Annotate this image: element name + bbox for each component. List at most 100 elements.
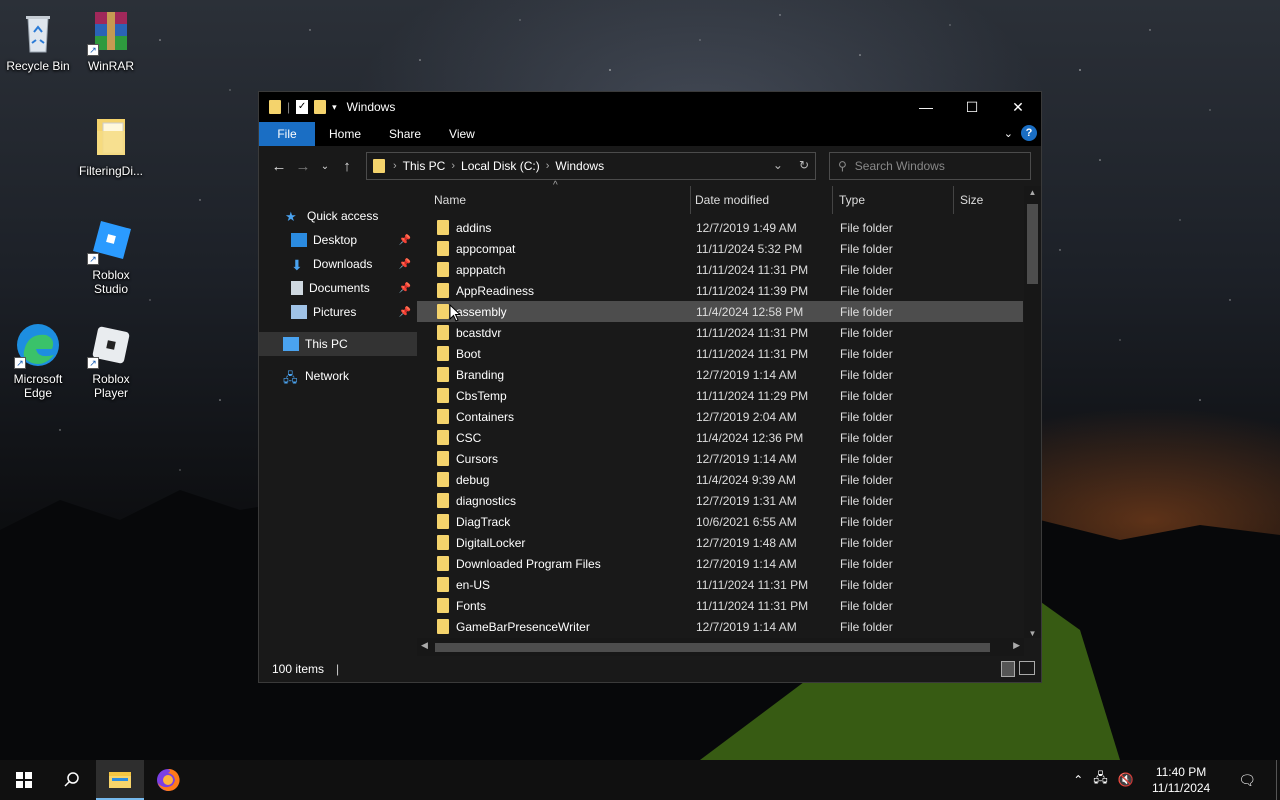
taskbar-firefox[interactable] [144,760,192,800]
desktop-icon-label: Roblox Player [92,372,130,400]
breadcrumb-local-disk[interactable]: Local Disk (C:) [461,159,540,173]
refresh-icon[interactable]: ↻ [799,158,809,172]
file-row[interactable]: Containers 12/7/2019 2:04 AM File folder [417,406,1023,427]
nav-desktop[interactable]: Desktop 📌 [259,228,417,252]
file-type: File folder [840,304,893,319]
address-dropdown-icon[interactable]: ⌄ [773,158,783,172]
file-row[interactable]: AppReadiness 11/11/2024 11:39 PM File fold… [417,280,1023,301]
vertical-scrollbar[interactable]: ▲ ▼ [1024,186,1041,638]
file-date-modified: 12/7/2019 2:04 AM [696,409,797,424]
computer-icon [283,337,299,351]
help-icon[interactable]: ? [1021,125,1037,141]
file-row[interactable]: en-US 11/11/2024 11:31 PM File folder [417,574,1023,595]
search-box[interactable]: ⚲ Search Windows [829,152,1031,180]
file-name: addins [456,220,492,235]
nav-this-pc[interactable]: This PC [259,332,417,356]
file-date-modified: 11/11/2024 11:31 PM [696,325,809,340]
close-button[interactable]: ✕ [995,92,1041,122]
file-name: Branding [456,367,505,382]
breadcrumb-this-pc[interactable]: This PC [403,159,446,173]
minimize-button[interactable]: — [903,92,949,122]
nav-downloads[interactable]: ⬇ Downloads 📌 [259,252,417,276]
column-size[interactable]: Size [954,186,1024,214]
show-desktop-button[interactable] [1276,760,1280,800]
new-folder-icon[interactable] [314,100,327,114]
file-row[interactable]: apppatch 11/11/2024 11:31 PM File folder [417,259,1023,280]
action-center-icon[interactable]: 🗨 [1228,772,1266,789]
scroll-left-icon[interactable]: ◀ [421,640,428,651]
file-name: AppReadiness [456,283,535,298]
taskbar-file-explorer[interactable] [96,760,144,800]
file-name: appcompat [456,241,516,256]
folder-icon [437,556,449,571]
search-input[interactable]: Search Windows [855,159,945,173]
column-name[interactable]: Name [428,186,691,214]
nav-network[interactable]: 🖧 Network [259,364,417,388]
back-button[interactable]: ← [267,158,291,175]
file-row[interactable]: CSC 11/4/2024 12:36 PM File folder [417,427,1023,448]
horizontal-scrollbar[interactable]: ◀ ▶ [417,638,1024,656]
desktop-icon-roblox-studio[interactable]: ↗ Roblox Studio [73,217,149,296]
expand-ribbon-icon[interactable]: ⌄ [1004,127,1013,140]
file-row[interactable]: appcompat 11/11/2024 5:32 PM File folder [417,238,1023,259]
start-button[interactable] [0,760,48,800]
file-row[interactable]: DigitalLocker 12/7/2019 1:48 AM File folde… [417,532,1023,553]
maximize-button[interactable]: ☐ [949,92,995,122]
tab-home[interactable]: Home [315,122,375,146]
file-type: File folder [840,325,893,340]
recent-locations-button[interactable]: ⌄ [315,161,335,172]
up-button[interactable]: ↑ [335,158,359,175]
nav-documents[interactable]: Documents 📌 [259,276,417,300]
file-row[interactable]: Fonts 11/11/2024 11:31 PM File folder [417,595,1023,616]
tab-view[interactable]: View [435,122,489,146]
breadcrumb-windows[interactable]: Windows [555,159,604,173]
desktop-icon-edge[interactable]: ↗ Microsoft Edge [0,321,76,400]
nav-pictures[interactable]: Pictures 📌 [259,300,417,324]
file-row[interactable]: DiagTrack 10/6/2021 6:55 AM File folder [417,511,1023,532]
file-row[interactable]: debug 11/4/2024 9:39 AM File folder [417,469,1023,490]
properties-icon[interactable]: ✓ [296,100,309,114]
file-row[interactable]: assembly 11/4/2024 12:58 PM File folder [417,301,1023,322]
scroll-down-icon[interactable]: ▼ [1024,629,1041,638]
file-row[interactable]: bcastdvr 11/11/2024 11:31 PM File folder [417,322,1023,343]
address-bar[interactable]: › This PC › Local Disk (C:) › Windows ⌄ … [366,152,816,180]
scroll-right-icon[interactable]: ▶ [1013,640,1020,651]
file-row[interactable]: addins 12/7/2019 1:49 AM File folder [417,217,1023,238]
shortcut-arrow-icon: ↗ [87,253,99,265]
clock[interactable]: 11:40 PM 11/11/2024 [1144,764,1218,796]
nav-label: Quick access [307,209,379,223]
qat-dropdown-icon[interactable]: ▾ [332,102,337,113]
navigation-bar: ← → ⌄ ↑ › This PC › Local Disk (C:) › Wi… [259,146,1041,186]
folder-icon [437,535,449,550]
details-view-icon[interactable] [1001,661,1015,677]
file-row[interactable]: Boot 11/11/2024 11:31 PM File folder [417,343,1023,364]
file-row[interactable]: Cursors 12/7/2019 1:14 AM File folder [417,448,1023,469]
desktop-icon-roblox-player[interactable]: ↗ Roblox Player [73,321,149,400]
nav-quick-access[interactable]: ★ Quick access [259,204,417,228]
file-row[interactable]: Branding 12/7/2019 1:14 AM File folder [417,364,1023,385]
scroll-thumb[interactable] [435,643,990,652]
desktop-icon-filtering[interactable]: FilteringDi... [73,113,149,178]
file-row[interactable]: CbsTemp 11/11/2024 11:29 PM File folder [417,385,1023,406]
explorer-window: | ✓ ▾ Windows — ☐ ✕ File Home Share View… [258,91,1042,683]
tab-file[interactable]: File [259,122,315,146]
chevron-right-icon: › [451,160,456,172]
desktop-icon-winrar[interactable]: ↗ WinRAR [73,8,149,73]
nav-label: Documents [309,281,370,295]
file-row[interactable]: diagnostics 12/7/2019 1:31 AM File folder [417,490,1023,511]
large-icons-view-icon[interactable] [1019,661,1035,675]
volume-muted-icon[interactable]: 🔇 [1118,772,1134,788]
scroll-thumb[interactable] [1027,204,1038,284]
scroll-up-icon[interactable]: ▲ [1024,186,1041,200]
column-type[interactable]: Type [833,186,954,214]
column-date-modified[interactable]: Date modified [689,186,833,214]
forward-button[interactable]: → [291,158,315,175]
file-row[interactable]: GameBarPresenceWriter 12/7/2019 1:14 AM Fi… [417,616,1023,637]
desktop-icon-recycle-bin[interactable]: Recycle Bin [0,8,76,73]
title-bar[interactable]: | ✓ ▾ Windows — ☐ ✕ [259,92,1041,122]
network-status-icon[interactable]: 🖧 [1093,769,1108,791]
search-button[interactable] [48,760,96,800]
file-row[interactable]: Downloaded Program Files 12/7/2019 1:14 A… [417,553,1023,574]
tab-share[interactable]: Share [375,122,435,146]
show-hidden-icons-icon[interactable]: ⌃ [1073,773,1083,787]
